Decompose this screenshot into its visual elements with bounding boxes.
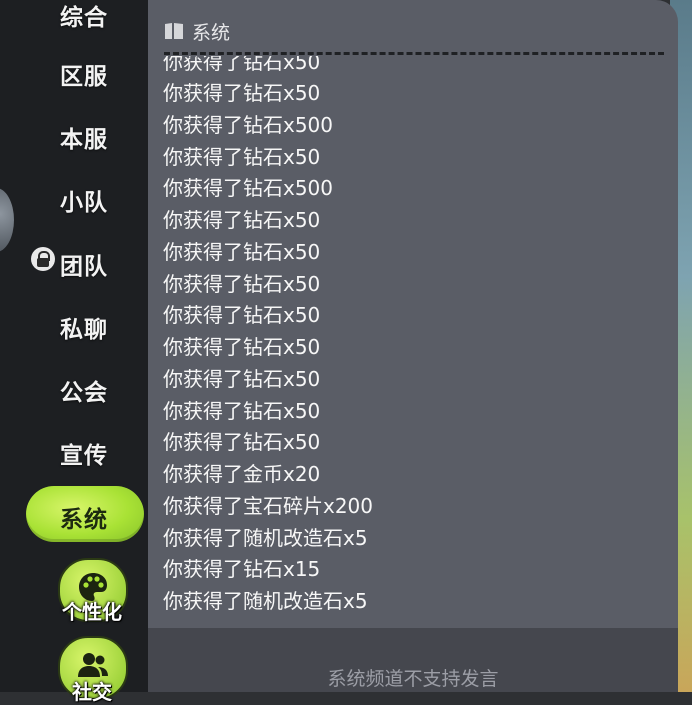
tab-label: 综合 [60, 5, 108, 31]
message-item: 你获得了钻石x50 [163, 367, 321, 391]
message-list[interactable]: 你获得了钻石x50 你获得了钻石x50 你获得了钻石x500 你获得了钻石x50… [148, 56, 678, 626]
tab-label: 宣传 [60, 443, 108, 469]
message-item: 你获得了钻石x50 [163, 272, 321, 296]
tab-general[interactable]: 综合 [0, 0, 148, 40]
tab-label: 团队 [60, 254, 108, 280]
chat-input-bar: 系统频道不支持发言 [148, 628, 678, 692]
tab-guild[interactable]: 公会 [0, 359, 148, 415]
tab-private[interactable]: 私聊 [0, 296, 148, 352]
tab-team[interactable]: 团队 [0, 233, 148, 289]
tab-squad[interactable]: 小队 [0, 169, 148, 225]
message-item: 你获得了钻石x50 [163, 335, 321, 359]
message-item: 你获得了宝石碎片x200 [163, 494, 374, 518]
message-item: 你获得了钻石x50 [163, 399, 321, 423]
tab-server[interactable]: 本服 [0, 106, 148, 162]
channel-sidebar: 综合 区服 本服 小队 团队 私聊 公会 宣传 系统 个性化 社交 [0, 0, 148, 704]
tab-label: 区服 [60, 64, 108, 90]
tab-system[interactable]: 系统 [0, 486, 148, 542]
tab-label: 本服 [60, 127, 108, 153]
message-item: 你获得了随机改造石x5 [163, 526, 368, 550]
message-item: 你获得了金币x20 [163, 462, 321, 486]
divider [164, 52, 664, 55]
tab-promo[interactable]: 宣传 [0, 422, 148, 478]
book-icon [165, 23, 183, 39]
input-disabled-notice: 系统频道不支持发言 [327, 668, 499, 690]
personalize-label: 个性化 [62, 600, 122, 624]
message-item: 你获得了钻石x50 [163, 56, 321, 74]
chat-header: 系统 [164, 16, 230, 46]
tab-label: 小队 [60, 190, 108, 216]
lock-icon [31, 247, 55, 271]
message-item: 你获得了钻石x50 [163, 240, 321, 264]
tab-region[interactable]: 区服 [0, 43, 148, 99]
message-item: 你获得了钻石x15 [163, 557, 321, 581]
message-item: 你获得了钻石x50 [163, 430, 321, 454]
chat-title: 系统 [192, 21, 231, 44]
message-item: 你获得了钻石x50 [163, 208, 321, 232]
message-item: 你获得了钻石x500 [163, 113, 334, 137]
tab-label: 私聊 [60, 317, 108, 343]
message-item: 你获得了钻石x50 [163, 303, 321, 327]
tab-label: 公会 [60, 380, 108, 406]
message-item: 你获得了钻石x500 [163, 176, 334, 200]
tab-label: 系统 [60, 507, 108, 533]
chat-panel: 系统 你获得了钻石x50 你获得了钻石x50 你获得了钻石x500 你获得了钻石… [148, 0, 678, 692]
message-item: 你获得了随机改造石x5 [163, 589, 368, 613]
social-label: 社交 [72, 680, 112, 704]
message-item: 你获得了钻石x50 [163, 81, 321, 105]
message-item: 你获得了钻石x50 [163, 145, 321, 169]
